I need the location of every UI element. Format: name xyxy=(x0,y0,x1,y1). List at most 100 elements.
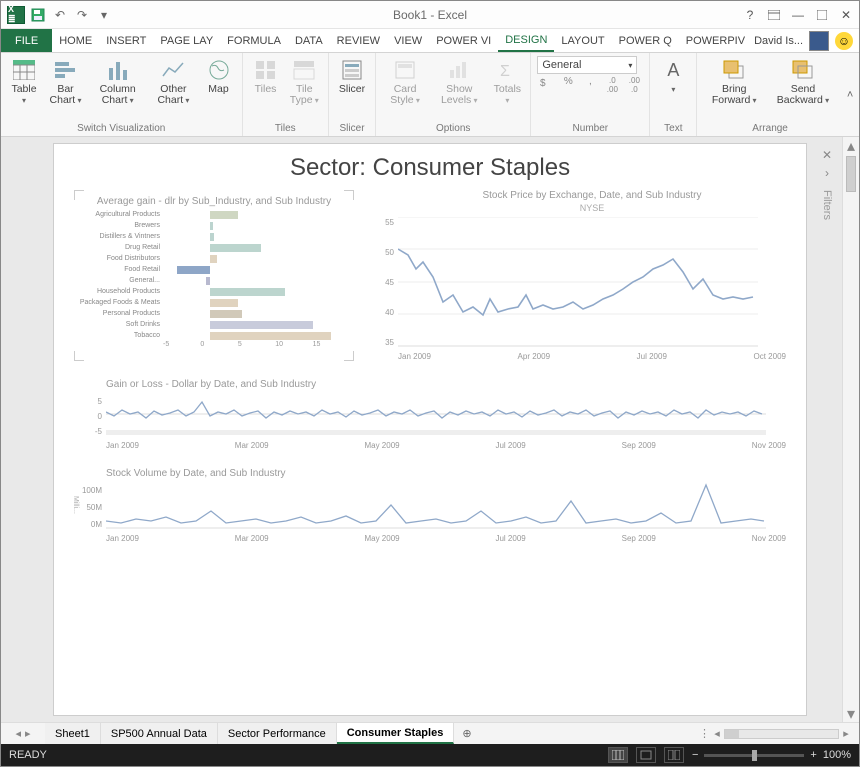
zoom-out-button[interactable]: − xyxy=(692,749,698,761)
maximize-icon[interactable] xyxy=(813,6,831,24)
vertical-scrollbar[interactable]: ▴ ▾ xyxy=(842,137,859,722)
totals-button[interactable]: ΣTotals xyxy=(490,56,524,108)
chart-gain-loss-line[interactable]: Gain or Loss - Dollar by Date, and Sub I… xyxy=(74,379,786,450)
zoom-level[interactable]: 100% xyxy=(823,749,851,761)
powerview-surface[interactable]: ✕ › Filters Sector: Consumer Staples Ave… xyxy=(53,143,807,716)
sheet-tab-sp500-annual-data[interactable]: SP500 Annual Data xyxy=(101,723,218,744)
excel-icon[interactable]: X ≣ xyxy=(7,6,25,24)
close-icon[interactable]: ✕ xyxy=(837,6,855,24)
sheet-nav-next-icon[interactable]: ▸ xyxy=(25,727,31,740)
user-name[interactable]: David Is... xyxy=(754,35,803,47)
user-avatar-icon[interactable] xyxy=(809,31,829,51)
decrease-decimal-icon[interactable]: .00.0 xyxy=(625,76,643,94)
tab-power-vi[interactable]: POWER VI xyxy=(429,29,498,52)
increase-decimal-icon[interactable]: .0.00 xyxy=(603,76,621,94)
currency-icon[interactable]: $ xyxy=(537,76,555,94)
feedback-smiley-icon[interactable]: ☺ xyxy=(835,32,853,50)
show-levels-button[interactable]: Show Levels xyxy=(432,56,486,108)
chart1-title: Average gain - dlr by Sub_Industry, and … xyxy=(78,196,350,207)
card-style-button[interactable]: Card Style xyxy=(382,56,428,108)
number-format-select[interactable]: General▾ xyxy=(537,56,637,74)
collapse-ribbon-icon[interactable]: ˄ xyxy=(843,89,859,101)
tab-powerpiv[interactable]: POWERPIV xyxy=(679,29,752,52)
scroll-down-icon[interactable]: ▾ xyxy=(843,705,859,722)
tab-data[interactable]: DATA xyxy=(288,29,330,52)
totals-icon: Σ xyxy=(495,58,519,82)
chart-avg-gain-bar[interactable]: Average gain - dlr by Sub_Industry, and … xyxy=(74,190,354,361)
group-text: A Text xyxy=(650,53,697,136)
bar-row: Drug Retail xyxy=(78,242,350,253)
minimize-icon[interactable]: — xyxy=(789,6,807,24)
line-chart-icon xyxy=(161,58,185,82)
file-tab[interactable]: FILE xyxy=(1,29,52,52)
table-button[interactable]: Table xyxy=(7,56,41,108)
normal-view-icon[interactable] xyxy=(608,747,628,763)
horizontal-scrollbar[interactable]: ⋮ ◂ ▸ xyxy=(699,728,859,740)
tab-power-q[interactable]: POWER Q xyxy=(612,29,679,52)
undo-icon[interactable]: ↶ xyxy=(51,6,69,24)
column-chart-icon xyxy=(106,58,130,82)
page-break-view-icon[interactable] xyxy=(664,747,684,763)
bar-chart-button[interactable]: Bar Chart xyxy=(45,56,86,108)
group-options: Card Style Show Levels ΣTotals Options xyxy=(376,53,531,136)
scroll-up-icon[interactable]: ▴ xyxy=(843,137,859,154)
tab-design[interactable]: DESIGN xyxy=(498,29,554,52)
sheet-tab-sector-performance[interactable]: Sector Performance xyxy=(218,723,337,744)
scroll-thumb[interactable] xyxy=(846,156,856,192)
hscroll-thumb[interactable] xyxy=(725,730,739,738)
hscroll-right-icon[interactable]: ▸ xyxy=(839,727,853,740)
zoom-in-button[interactable]: + xyxy=(810,749,816,761)
bar-row: Agricultural Products xyxy=(78,209,350,220)
sheet-tab-sheet1[interactable]: Sheet1 xyxy=(45,723,101,744)
report-title[interactable]: Sector: Consumer Staples xyxy=(74,154,786,182)
tab-home[interactable]: HOME xyxy=(52,29,99,52)
help-icon[interactable]: ? xyxy=(741,6,759,24)
percent-icon[interactable]: % xyxy=(559,76,577,94)
page-layout-view-icon[interactable] xyxy=(636,747,656,763)
bring-forward-icon xyxy=(722,58,746,82)
send-backward-button[interactable]: Send Backward xyxy=(769,56,837,108)
other-chart-button[interactable]: Other Chart xyxy=(149,56,197,108)
save-icon[interactable] xyxy=(29,6,47,24)
ribbon-options-icon[interactable] xyxy=(765,6,783,24)
tiles-button[interactable]: Tiles xyxy=(249,56,283,97)
qat-customize-icon[interactable]: ▾ xyxy=(95,6,113,24)
zoom-slider[interactable] xyxy=(704,754,804,757)
tab-page-lay[interactable]: PAGE LAY xyxy=(153,29,220,52)
bring-forward-button[interactable]: Bring Forward xyxy=(703,56,765,108)
sheet-nav-prev-icon[interactable]: ◂ xyxy=(15,727,21,740)
popout-panel-icon[interactable]: › xyxy=(825,166,829,180)
tile-type-button[interactable]: Tile Type xyxy=(287,56,323,108)
chart-stock-volume-line[interactable]: Stock Volume by Date, and Sub Industry M… xyxy=(74,468,786,543)
slicer-button[interactable]: Slicer xyxy=(335,56,369,97)
tab-insert[interactable]: INSERT xyxy=(99,29,153,52)
tab-review[interactable]: REVIEW xyxy=(330,29,387,52)
excel-window: X ≣ ↶ ↷ ▾ Book1 - Excel ? — ✕ FILE HOMEI… xyxy=(0,0,860,767)
chart3-scrubber[interactable] xyxy=(106,430,766,435)
column-chart-button[interactable]: Column Chart xyxy=(90,56,145,108)
tab-formula[interactable]: FORMULA xyxy=(220,29,288,52)
group-slicer: Slicer Slicer xyxy=(329,53,376,136)
bar-row: Food Retail xyxy=(78,264,350,275)
redo-icon[interactable]: ↷ xyxy=(73,6,91,24)
map-button[interactable]: Map xyxy=(202,56,236,97)
ribbon-tab-strip: FILE HOMEINSERTPAGE LAYFORMULADATAREVIEW… xyxy=(1,29,859,53)
text-size-icon: A xyxy=(661,58,685,82)
hscroll-left-icon[interactable]: ◂ xyxy=(710,727,724,740)
chart-stock-price-line[interactable]: Stock Price by Exchange, Date, and Sub I… xyxy=(366,190,786,361)
comma-icon[interactable]: , xyxy=(581,76,599,94)
bar-row: Packaged Foods & Meats xyxy=(78,297,350,308)
group-switch-visualization: Table Bar Chart Column Chart Other Chart… xyxy=(1,53,243,136)
bar-row: Tobacco xyxy=(78,330,350,341)
status-bar: READY − + 100% xyxy=(1,744,859,766)
group-tiles: Tiles Tile Type Tiles xyxy=(243,53,330,136)
add-sheet-button[interactable]: ⊕ xyxy=(454,727,479,740)
tab-layout[interactable]: LAYOUT xyxy=(554,29,611,52)
tab-view[interactable]: VIEW xyxy=(387,29,429,52)
sheet-tab-consumer-staples[interactable]: Consumer Staples xyxy=(337,723,455,744)
text-size-button[interactable]: A xyxy=(656,56,690,97)
tiles-icon xyxy=(254,58,278,82)
close-panel-icon[interactable]: ✕ xyxy=(822,148,832,162)
filters-panel-label[interactable]: Filters xyxy=(821,190,833,220)
bar-row: Brewers xyxy=(78,220,350,231)
